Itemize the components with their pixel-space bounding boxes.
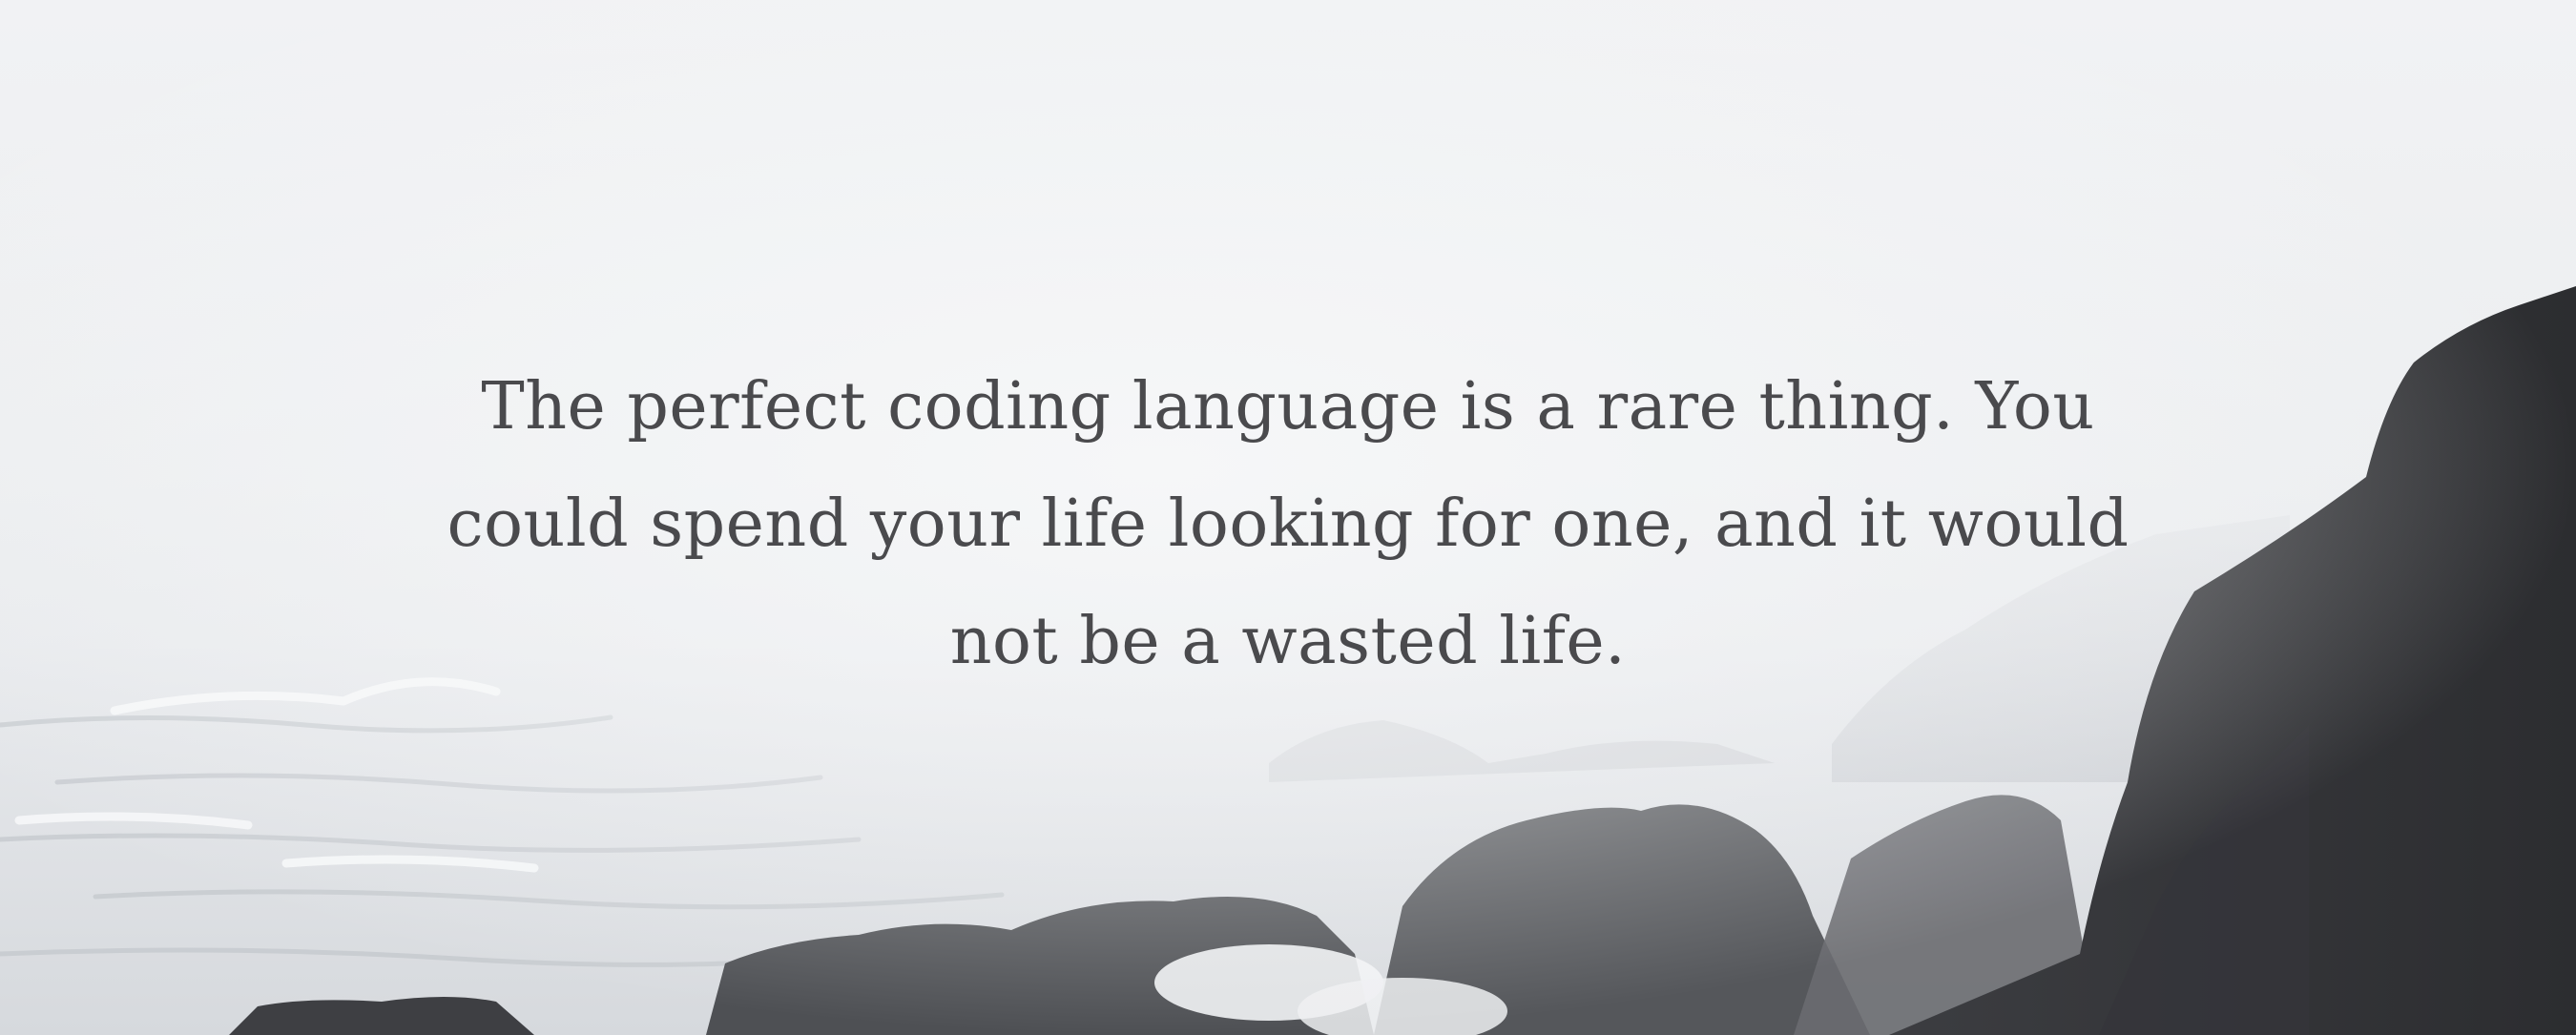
quote-text: The perfect coding language is a rare th…	[447, 369, 2129, 679]
quote-banner: The perfect coding language is a rare th…	[0, 0, 2576, 1035]
